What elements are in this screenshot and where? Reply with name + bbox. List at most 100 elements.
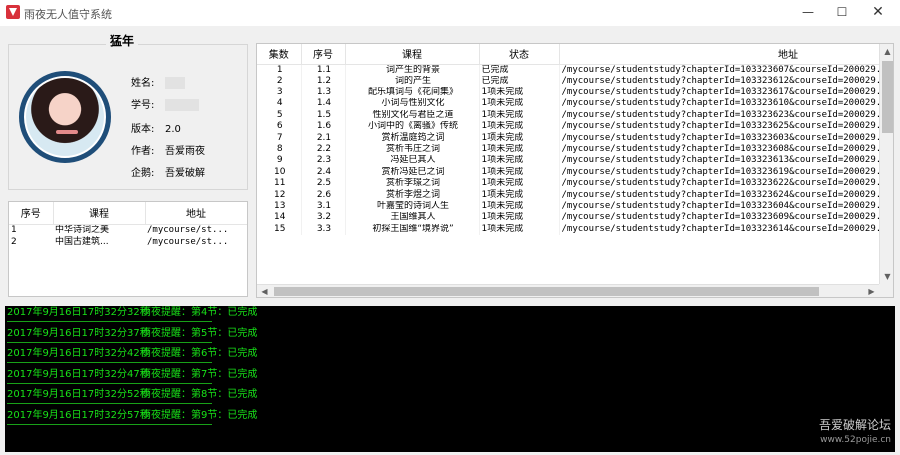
chapter-row[interactable]: 9 2.3 冯延巳其人 1项未完成/mycourse/studentstudy?cha… [257,155,879,167]
chapter-row[interactable]: 10 2.4 赏析冯延巳之词 1项未完成/mycourse/studentstudy?… [257,166,879,179]
forum-watermark: 吾爱破解论坛 www.52pojie.cn [815,416,891,445]
chapter-row[interactable]: 4 1.4 小词与性别文化 1项未完成/mycourse/studentstudy?c… [257,98,879,110]
chapter-episode: 14 [257,212,302,224]
vertical-scrollbar[interactable]: ▲ ▼ [879,44,893,284]
grid-col-course[interactable]: 课程 [345,44,480,65]
log-line: 2017年9月16日17时32分57秒雨夜提醒：第9节：已完成 [7,409,257,423]
grid-col-episode[interactable]: 集数 [257,44,302,65]
log-timestamp: 2017年9月16日17时32分52秒 [7,389,150,400]
chapter-row[interactable]: 12 2.6 赏析李煜之词 1项未完成/mycourse/studentstudy?c… [257,189,879,201]
id-row: 学号: [131,99,199,113]
chapter-episode: 12 [257,189,302,201]
close-button[interactable]: ✕ [862,0,894,24]
scroll-corner [879,284,893,297]
course-index: 2 [11,236,17,247]
maximize-button[interactable]: ☐ [826,0,858,24]
course-col-url[interactable]: 地址 [145,202,247,225]
chapter-status: 1项未完成 [479,189,560,201]
course-row[interactable]: 2 中国古建筑... /mycourse/st... [9,236,247,248]
chapter-row[interactable]: 15 3.3 初探王国维“境界说” 1项未完成/mycourse/studentstu… [257,223,879,235]
author-value: 吾爱雨夜 [165,146,205,157]
name-row: 姓名: [131,77,185,91]
chapter-course: 王国维其人 [345,212,480,224]
watermark-url: www.52pojie.cn [820,435,891,445]
chapter-url: /mycourse/studentstudy?chapterId=1033236… [559,109,879,122]
chapter-row[interactable]: 11 2.5 赏析李璟之词 1项未完成/mycourse/studentstudy?c… [257,178,879,190]
author-row: 作者: 吾爱雨夜 [131,145,205,159]
grid-col-url[interactable]: 地址 [559,44,879,65]
course-url: /mycourse/st... [147,224,229,235]
log-message: 雨夜提醒：第6节：已完成 [141,348,258,359]
horizontal-scroll-thumb[interactable] [274,287,819,296]
chapter-status: 1项未完成 [479,200,560,213]
vertical-scroll-thumb[interactable] [882,61,893,133]
version-label: 版本: [131,124,155,135]
chapter-index: 1.2 [301,75,346,87]
log-divider [7,382,212,384]
scroll-up-icon[interactable]: ▲ [880,44,893,59]
chapter-row[interactable]: 1 1.1 词产生的背景 已完成/mycourse/studentstudy?chap… [257,64,879,76]
chapter-row[interactable]: 3 1.3 配乐填词与《花间集》 1项未完成/mycourse/studentstud… [257,86,879,99]
log-line: 2017年9月16日17时32分47秒雨夜提醒：第7节：已完成 [7,368,257,382]
log-timestamp: 2017年9月16日17时32分32秒 [7,307,150,318]
log-timestamp: 2017年9月16日17时32分47秒 [7,368,150,380]
course-list[interactable]: 序号 课程 地址 1 中华诗词之美 /mycourse/st... 2 中国古建… [8,201,248,297]
course-col-index[interactable]: 序号 [9,202,54,225]
log-divider [7,423,212,425]
course-row[interactable]: 1 中华诗词之美 /mycourse/st... [9,224,247,236]
chapter-status: 1项未完成 [479,86,560,99]
chapter-row[interactable]: 8 2.2 赏析韦庄之词 1项未完成/mycourse/studentstudy?ch… [257,143,879,156]
chapter-episode: 4 [257,98,302,110]
chapter-row[interactable]: 13 3.1 叶嘉莹的诗词人生 1项未完成/mycourse/studentstudy… [257,200,879,213]
chapter-course: 配乐填词与《花间集》 [345,86,480,99]
course-col-name[interactable]: 课程 [53,202,146,225]
chapter-index: 2.3 [301,155,346,167]
chapter-course: 赏析韦庄之词 [345,143,480,156]
profile-panel: 姓名: 学号: 版本: 2.0 作者: 吾爱雨夜 企鹅: 吾爱破解 [8,44,248,190]
penguin-value: 吾爱破解 [165,168,205,179]
chapter-row[interactable]: 7 2.1 赏析温庭筠之词 1项未完成/mycourse/studentstudy?c… [257,132,879,144]
minimize-button[interactable]: — [792,0,824,24]
chapter-status: 1项未完成 [479,121,560,133]
chapter-url: /mycourse/studentstudy?chapterId=1033236… [559,223,879,235]
chapter-status: 1项未完成 [479,98,560,110]
chapter-course: 叶嘉莹的诗词人生 [345,200,480,213]
log-timestamp: 2017年9月16日17时32分37秒 [7,327,150,339]
log-message: 雨夜提醒：第7节：已完成 [141,368,258,380]
horizontal-scrollbar[interactable]: ◀ ▶ [257,284,879,297]
chapter-course: 冯延巳其人 [345,155,480,167]
chapter-status: 1项未完成 [479,223,560,235]
chapter-url: /mycourse/studentstudy?chapterId=1033236… [559,75,879,87]
log-divider [7,321,212,322]
scroll-left-icon[interactable]: ◀ [257,285,272,297]
chapter-row[interactable]: 14 3.2 王国维其人 1项未完成/mycourse/studentstudy?ch… [257,212,879,224]
chapter-status: 1项未完成 [479,166,560,179]
chapter-index: 2.2 [301,143,346,156]
scroll-down-icon[interactable]: ▼ [880,269,893,284]
chapter-url: /mycourse/studentstudy?chapterId=1033236… [559,132,879,144]
chapter-episode: 7 [257,132,302,144]
chapter-grid[interactable]: 集数 序号 课程 状态 地址 1 1.1 词产生的背景 已完成/mycourse/st… [256,43,894,298]
grid-col-status[interactable]: 状态 [479,44,560,65]
log-timestamp: 2017年9月16日17时32分42秒 [7,348,150,359]
chapter-index: 2.4 [301,166,346,179]
chapter-row[interactable]: 2 1.2 词的产生 已完成/mycourse/studentstudy?chapte… [257,75,879,87]
chapter-status: 1项未完成 [479,178,560,190]
chapter-grid-body[interactable]: 集数 序号 课程 状态 地址 1 1.1 词产生的背景 已完成/mycourse/st… [257,44,879,284]
log-line: 2017年9月16日17时32分37秒雨夜提醒：第5节：已完成 [7,327,257,341]
watermark-title: 吾爱破解论坛 [818,418,891,432]
log-console: 2017年9月16日17时32分32秒雨夜提醒：第4节：已完成 2017年9月16… [5,306,895,452]
chapter-row[interactable]: 6 1.6 小词中的《离骚》传统 1项未完成/mycourse/studentstud… [257,121,879,133]
chapter-course: 赏析李璟之词 [345,178,480,190]
version-row: 版本: 2.0 [131,123,181,137]
chapter-url: /mycourse/studentstudy?chapterId=1033236… [559,189,879,201]
scroll-right-icon[interactable]: ▶ [864,285,879,297]
chapter-course: 性别文化与君臣之道 [345,109,480,122]
grid-col-index[interactable]: 序号 [301,44,346,65]
chapter-course: 小词中的《离骚》传统 [345,121,480,133]
name-label: 姓名: [131,78,155,89]
penguin-row: 企鹅: 吾爱破解 [131,167,205,181]
chapter-row[interactable]: 5 1.5 性别文化与君臣之道 1项未完成/mycourse/studentstudy… [257,109,879,122]
chapter-status: 1项未完成 [479,155,560,167]
log-message: 雨夜提醒：第9节：已完成 [141,409,258,421]
